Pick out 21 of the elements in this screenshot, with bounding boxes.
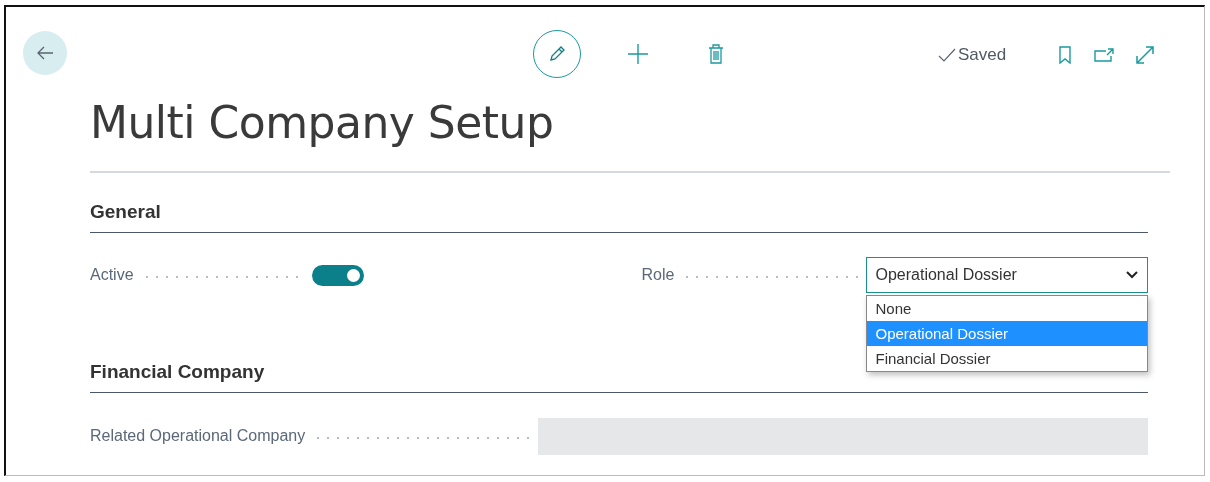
checkmark-icon [938, 48, 956, 62]
bookmark-icon[interactable] [1058, 46, 1073, 64]
dropdown-option[interactable]: Financial Dossier [866, 346, 1147, 371]
back-arrow-icon [36, 46, 54, 60]
pop-out-icon[interactable] [1094, 48, 1115, 62]
field-label: Active [90, 266, 134, 284]
field-label: Related Operational Company [90, 427, 306, 445]
pencil-icon [547, 44, 567, 64]
dropdown-field[interactable]: Operational Dossier [865, 257, 1148, 293]
dropdown-option[interactable]: None [866, 296, 1147, 321]
edit-button[interactable] [533, 30, 581, 78]
page-title: Multi Company Setup [90, 96, 555, 150]
plus-icon[interactable] [627, 43, 649, 65]
section-heading: General [90, 173, 1148, 233]
back-button[interactable] [23, 31, 67, 75]
chevron-down-icon [1126, 271, 1138, 279]
saved-status: Saved [958, 45, 1007, 65]
field-label: Role [641, 266, 675, 284]
trash-icon[interactable] [708, 44, 724, 64]
expand-icon[interactable] [1135, 45, 1156, 65]
toggle-switch[interactable] [312, 264, 364, 286]
